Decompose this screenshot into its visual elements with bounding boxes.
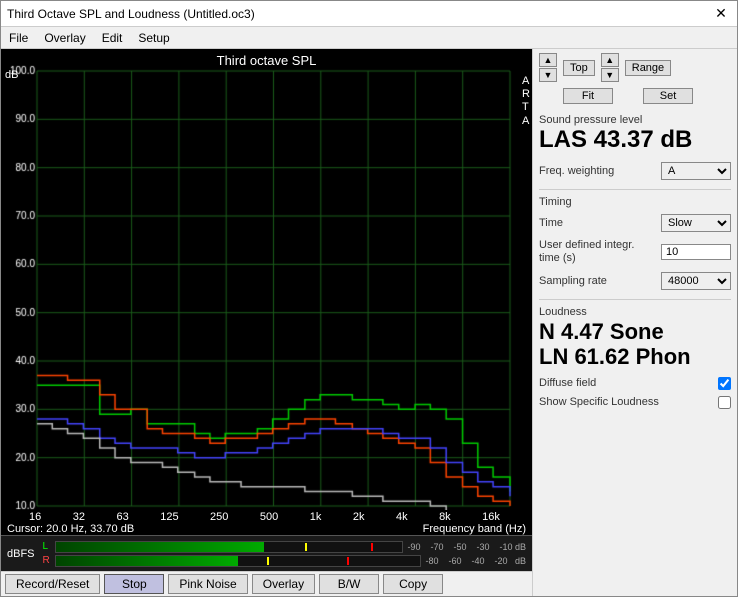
diffuse-field-row: Diffuse field xyxy=(539,377,731,390)
x-axis-labels: 16 32 63 125 250 500 1k 2k 4k 8k 16k xyxy=(1,510,532,523)
loudness-n: N 4.47 Sone xyxy=(539,320,731,344)
user-integr-row: User defined integr. time (s) xyxy=(539,239,731,265)
top-button[interactable]: Top xyxy=(563,60,595,76)
top-up-button[interactable]: ▲ xyxy=(539,53,557,67)
top-down-button[interactable]: ▼ xyxy=(539,68,557,82)
show-specific-row: Show Specific Loudness xyxy=(539,396,731,409)
close-button[interactable]: ✕ xyxy=(711,4,731,24)
freq-weighting-select[interactable]: A B C Z xyxy=(661,162,731,180)
freq-band-label: Frequency band (Hz) xyxy=(423,523,526,535)
nav-top-row: ▲ ▼ Top ▲ ▼ Range xyxy=(539,53,731,82)
pink-noise-button[interactable]: Pink Noise xyxy=(168,574,247,594)
range-up-button[interactable]: ▲ xyxy=(601,53,619,67)
range-button[interactable]: Range xyxy=(625,60,671,76)
r-indicator: R xyxy=(43,555,53,566)
loudness-ln: LN 61.62 Phon xyxy=(539,345,731,369)
freq-weighting-label: Freq. weighting xyxy=(539,165,614,177)
title-bar: Third Octave SPL and Loudness (Untitled.… xyxy=(1,1,737,27)
timing-label: Timing xyxy=(539,196,731,208)
arta-label: ARTA xyxy=(522,75,530,128)
sampling-rate-row: Sampling rate 44100 48000 96000 xyxy=(539,272,731,290)
x-axis-info: Cursor: 20.0 Hz, 33.70 dB Frequency band… xyxy=(1,523,532,535)
bottom-buttons: Record/Reset Stop Pink Noise Overlay B/W… xyxy=(1,571,532,596)
r-db-label: -80 -60 -40 -20 dB xyxy=(425,556,526,566)
range-down-button[interactable]: ▼ xyxy=(601,68,619,82)
user-integr-input[interactable] xyxy=(661,244,731,260)
time-row: Time Slow Fast Impulse xyxy=(539,214,731,232)
show-specific-checkbox[interactable] xyxy=(718,396,731,409)
show-specific-label: Show Specific Loudness xyxy=(539,396,659,408)
user-integr-label: User defined integr. time (s) xyxy=(539,239,639,265)
time-select[interactable]: Slow Fast Impulse xyxy=(661,214,731,232)
l-indicator: L xyxy=(43,541,53,552)
spl-section-label: Sound pressure level xyxy=(539,114,731,126)
freq-weighting-row: Freq. weighting A B C Z xyxy=(539,162,731,180)
chart-title: Third octave SPL xyxy=(1,49,532,68)
loudness-section: Loudness N 4.47 Sone LN 61.62 Phon xyxy=(539,306,731,368)
meter-row-l: L -90 -70 -50 -30 -10 dB xyxy=(43,541,526,553)
chart-canvas xyxy=(1,49,532,510)
sampling-rate-label: Sampling rate xyxy=(539,275,607,287)
time-label: Time xyxy=(539,217,563,229)
spl-section: Sound pressure level LAS 43.37 dB xyxy=(539,114,731,154)
fit-button[interactable]: Fit xyxy=(563,88,613,104)
loudness-label: Loudness xyxy=(539,306,731,318)
menu-bar: File Overlay Edit Setup xyxy=(1,27,737,49)
dbfs-label: dBFS xyxy=(7,548,35,560)
overlay-button[interactable]: Overlay xyxy=(252,574,315,594)
diffuse-field-label: Diffuse field xyxy=(539,377,596,389)
dbfs-bar: dBFS L -90 -70 -50 - xyxy=(1,535,532,571)
sampling-rate-select[interactable]: 44100 48000 96000 xyxy=(661,272,731,290)
diffuse-field-checkbox[interactable] xyxy=(718,377,731,390)
spl-value: LAS 43.37 dB xyxy=(539,126,731,154)
stop-button[interactable]: Stop xyxy=(104,574,164,594)
record-reset-button[interactable]: Record/Reset xyxy=(5,574,100,594)
window-title: Third Octave SPL and Loudness (Untitled.… xyxy=(7,7,255,21)
db-label: dB xyxy=(5,69,18,81)
nav-fit-row: Fit Set xyxy=(539,88,731,104)
set-button[interactable]: Set xyxy=(643,88,693,104)
menu-setup[interactable]: Setup xyxy=(136,31,171,45)
right-panel: ▲ ▼ Top ▲ ▼ Range Fit Set Sound pressure… xyxy=(532,49,737,596)
menu-overlay[interactable]: Overlay xyxy=(42,31,87,45)
l-db-label: -90 -70 -50 -30 -10 dB xyxy=(407,542,526,552)
menu-file[interactable]: File xyxy=(7,31,30,45)
menu-edit[interactable]: Edit xyxy=(100,31,125,45)
main-window: Third Octave SPL and Loudness (Untitled.… xyxy=(0,0,738,597)
copy-button[interactable]: Copy xyxy=(383,574,443,594)
meter-row-r: R -80 -60 -40 -20 dB xyxy=(43,555,526,567)
content-area: Third octave SPL dB ARTA 16 32 63 125 25… xyxy=(1,49,737,596)
bw-button[interactable]: B/W xyxy=(319,574,379,594)
chart-area: Third octave SPL dB ARTA 16 32 63 125 25… xyxy=(1,49,532,596)
cursor-info: Cursor: 20.0 Hz, 33.70 dB xyxy=(7,523,134,535)
